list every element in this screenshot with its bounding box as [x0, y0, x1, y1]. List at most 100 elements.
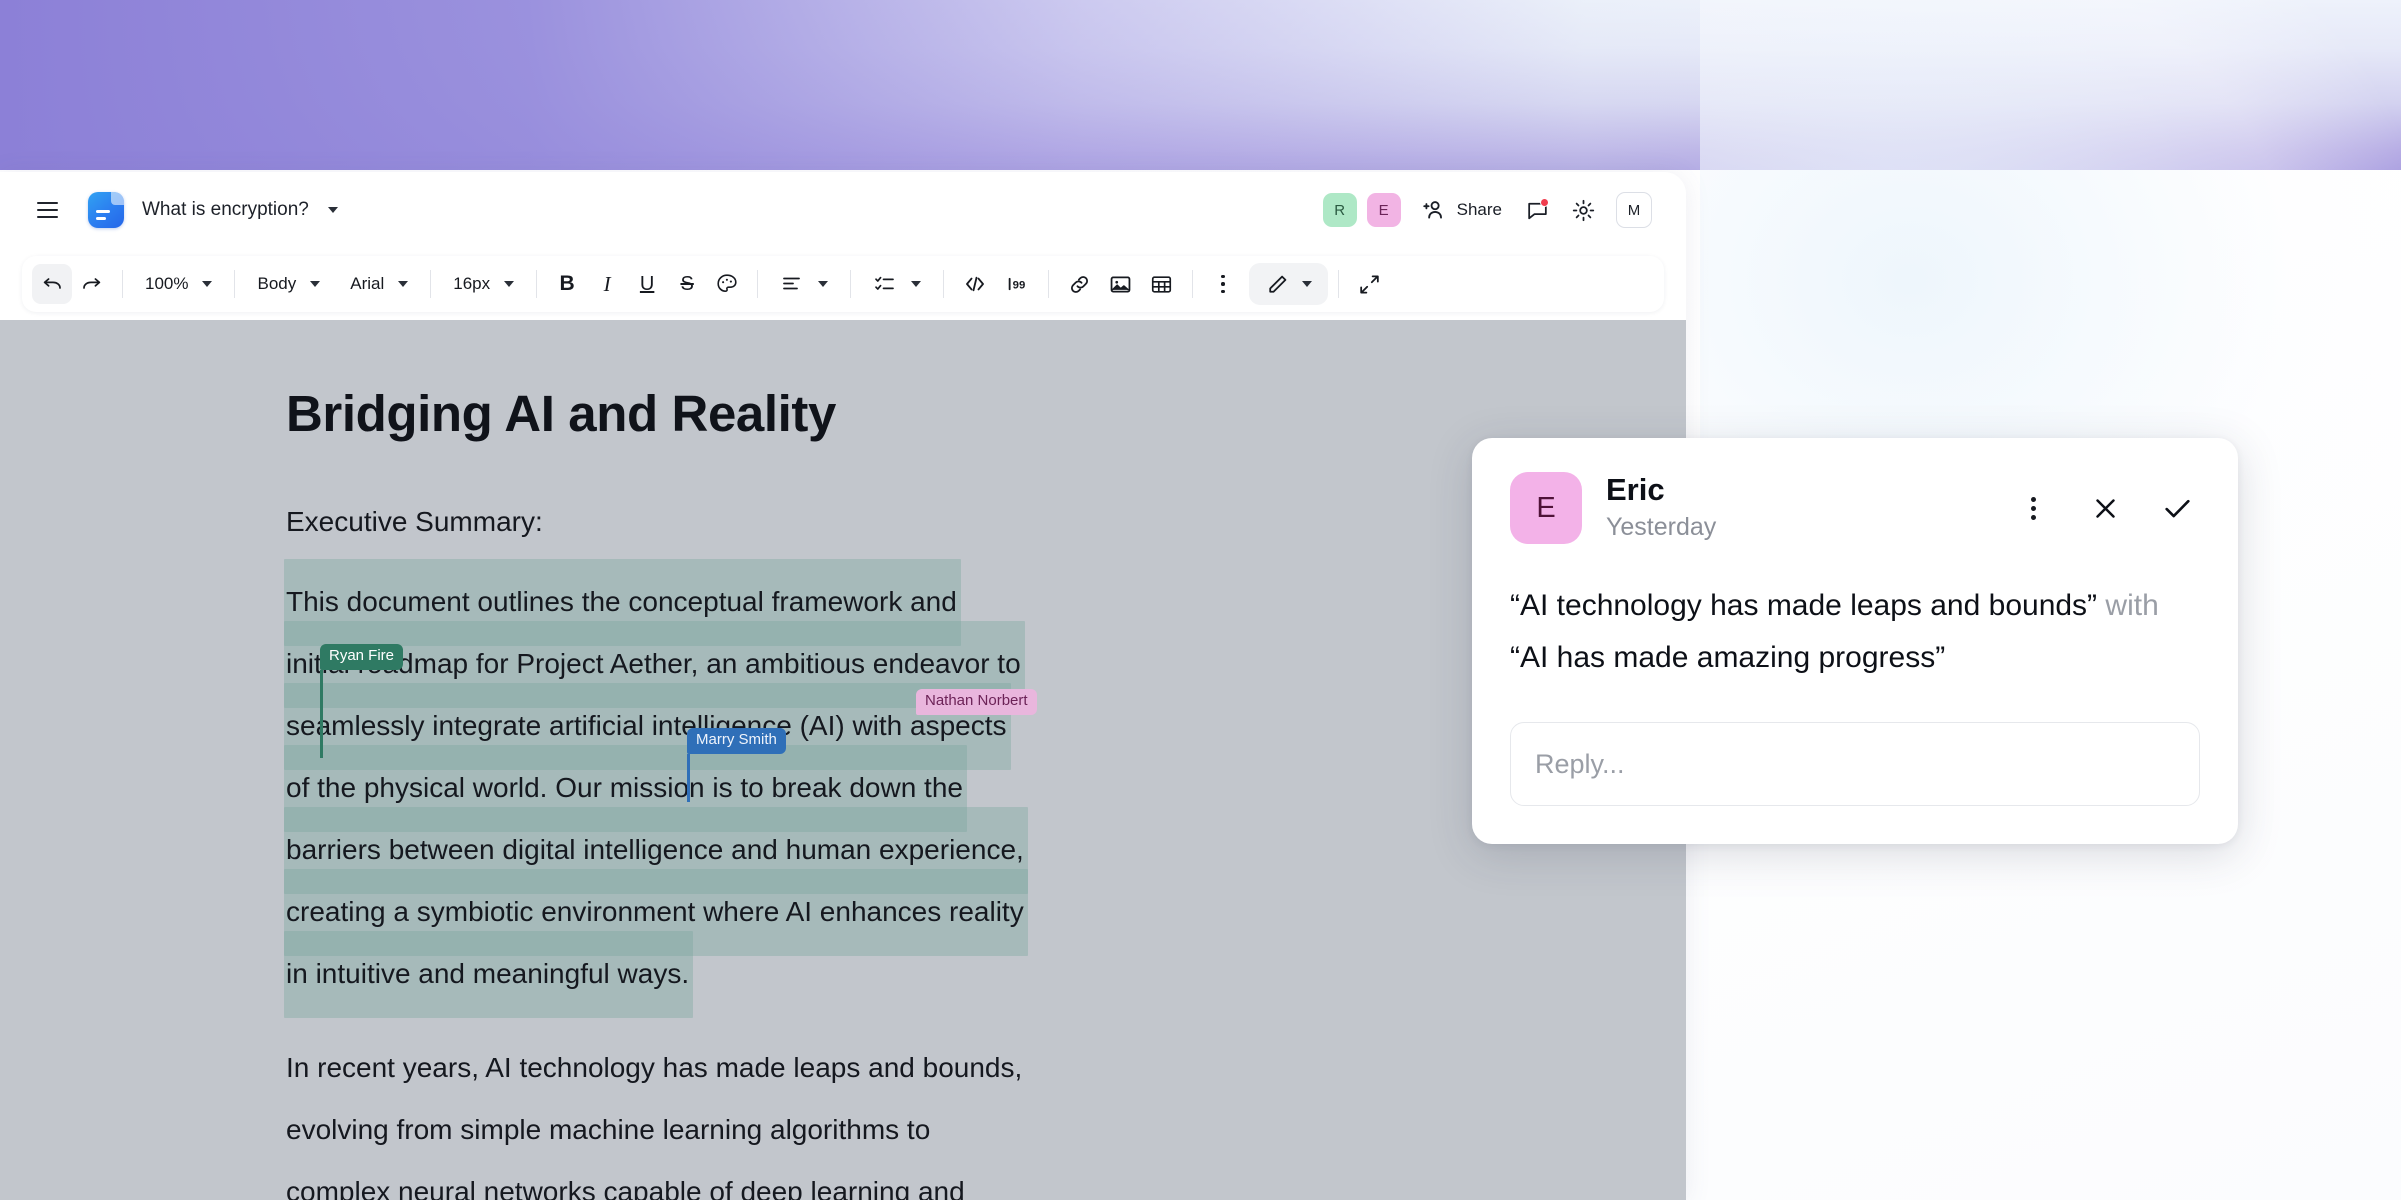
comment-resolve-button[interactable]: [2158, 489, 2196, 527]
selected-line: This document outlines the conceptual fr…: [284, 559, 961, 646]
svg-text:99: 99: [1013, 279, 1026, 291]
hamburger-menu-icon[interactable]: [30, 193, 64, 227]
strikethrough-button[interactable]: S: [667, 264, 707, 304]
app-header: What is encryption? R E Share M: [0, 172, 1686, 248]
image-icon: [1110, 276, 1131, 292]
share-label: Share: [1456, 200, 1502, 219]
more-options-button[interactable]: [1203, 264, 1243, 304]
comment-more-button[interactable]: [2014, 489, 2052, 527]
paragraph-second[interactable]: In recent years, AI technology has made …: [286, 1037, 1416, 1200]
document-canvas[interactable]: Bridging AI and Reality Executive Summar…: [0, 320, 1686, 1200]
collaborator-name-tag: Nathan Norbert: [916, 689, 1037, 715]
block-style-value: Body: [257, 274, 297, 293]
chevron-down-icon: [202, 281, 213, 287]
blockquote-button[interactable]: 99: [996, 264, 1038, 304]
comment-body-connector: with: [2097, 589, 2159, 622]
palette-icon: [717, 274, 737, 293]
redo-button[interactable]: [72, 264, 112, 304]
strikethrough-icon: S: [680, 272, 694, 295]
comment-timestamp: Yesterday: [1606, 513, 1717, 542]
comment-body-part2: “AI has made amazing progress”: [1510, 641, 1946, 674]
add-person-icon: [1422, 201, 1442, 219]
checkmark-icon: [2164, 499, 2190, 517]
insert-image-button[interactable]: [1100, 264, 1141, 304]
gear-glyph: [1572, 199, 1594, 221]
comment-actions: [2014, 489, 2200, 527]
chevron-down-icon: [398, 281, 409, 287]
user-chip-initial: M: [1627, 201, 1641, 219]
code-icon: [966, 276, 985, 292]
fullscreen-button[interactable]: [1349, 264, 1390, 304]
insert-link-button[interactable]: [1059, 264, 1100, 304]
toolbar-divider: [1192, 270, 1194, 298]
paragraph-selected[interactable]: This document outlines the conceptual fr…: [283, 559, 1416, 1018]
checklist-select[interactable]: [861, 264, 933, 304]
undo-button[interactable]: [32, 264, 72, 304]
toolbar-divider: [943, 270, 945, 298]
selected-line: seamlessly integrate artificial intellig…: [284, 683, 1011, 770]
avatar-collaborator-e[interactable]: E: [1366, 193, 1401, 227]
collaborator-name-tag: Marry Smith: [687, 728, 786, 754]
document-page: Bridging AI and Reality Executive Summar…: [283, 384, 1416, 1200]
avatar-collaborator-r[interactable]: R: [1322, 193, 1357, 227]
checklist-icon: [875, 276, 894, 290]
zoom-level-select[interactable]: 100%: [133, 264, 224, 304]
gear-icon[interactable]: [1564, 191, 1602, 229]
toolbar-divider: [1338, 270, 1340, 298]
text-color-button[interactable]: [707, 264, 747, 304]
underline-icon: U: [639, 272, 655, 295]
notification-dot: [1540, 198, 1549, 207]
comment-author-name: Eric: [1606, 472, 1665, 508]
logo-fold: [111, 192, 124, 205]
block-style-select[interactable]: Body: [245, 264, 332, 304]
close-x-icon: [2095, 498, 2115, 518]
blockquote-icon: 99: [1008, 277, 1026, 291]
avatar-initial: R: [1334, 201, 1346, 219]
expand-diagonal-icon: [1360, 274, 1379, 294]
toolbar-divider: [234, 270, 236, 298]
font-family-select[interactable]: Arial: [338, 264, 420, 304]
insert-table-button[interactable]: [1141, 264, 1182, 304]
italic-button[interactable]: I: [587, 264, 627, 304]
share-button[interactable]: Share: [1421, 197, 1502, 223]
bold-button[interactable]: B: [547, 264, 587, 304]
executive-summary-label: Executive Summary:: [286, 506, 543, 537]
undo-arrow-icon: [43, 278, 61, 289]
chevron-down-icon: [911, 281, 922, 287]
underline-button[interactable]: U: [627, 264, 667, 304]
logo-line-1: [96, 210, 110, 213]
font-family-value: Arial: [350, 274, 385, 293]
document-app-logo: [88, 192, 124, 228]
comment-body-part1: “AI technology has made leaps and bounds…: [1510, 589, 2098, 622]
comment-body: “AI technology has made leaps and bounds…: [1510, 580, 2200, 684]
edit-mode-select[interactable]: [1249, 263, 1329, 305]
comment-header: E Eric Yesterday: [1510, 472, 2200, 544]
comment-icon[interactable]: [1518, 191, 1556, 229]
text-align-select[interactable]: [768, 264, 840, 304]
toolbar-divider: [122, 270, 123, 298]
toolbar-divider: [1048, 270, 1050, 298]
selected-line: of the physical world. Our mission is to…: [284, 745, 967, 832]
document-title-text: What is encryption?: [142, 199, 309, 220]
comment-popup: E Eric Yesterday “AI technology has made…: [1472, 438, 2238, 844]
document-title-button[interactable]: What is encryption?: [142, 199, 339, 221]
bold-icon: B: [559, 272, 575, 295]
selected-line: barriers between digital intelligence an…: [284, 807, 1028, 894]
logo-line-2: [96, 217, 106, 220]
comment-close-button[interactable]: [2086, 489, 2124, 527]
pencil-edit-icon: [1269, 275, 1287, 293]
redo-arrow-icon: [83, 278, 101, 289]
document-heading: Bridging AI and Reality: [286, 385, 836, 442]
comment-meta: Eric Yesterday: [1606, 472, 1716, 543]
font-size-select[interactable]: 16px: [441, 264, 526, 304]
toolbar-container: 100% Body Arial 16px B I U S 99: [0, 248, 1686, 320]
user-account-button[interactable]: M: [1616, 192, 1652, 228]
chevron-down-icon: [328, 206, 339, 213]
comment-reply-input[interactable]: [1510, 722, 2200, 806]
code-block-button[interactable]: [954, 264, 996, 304]
screen-root: What is encryption? R E Share M 100% Bod…: [0, 0, 2401, 1200]
align-left-icon: [783, 277, 801, 290]
collaborator-name-tag: Ryan Fire: [320, 644, 404, 670]
italic-icon: I: [603, 271, 611, 296]
comment-author-avatar: E: [1510, 472, 1582, 544]
